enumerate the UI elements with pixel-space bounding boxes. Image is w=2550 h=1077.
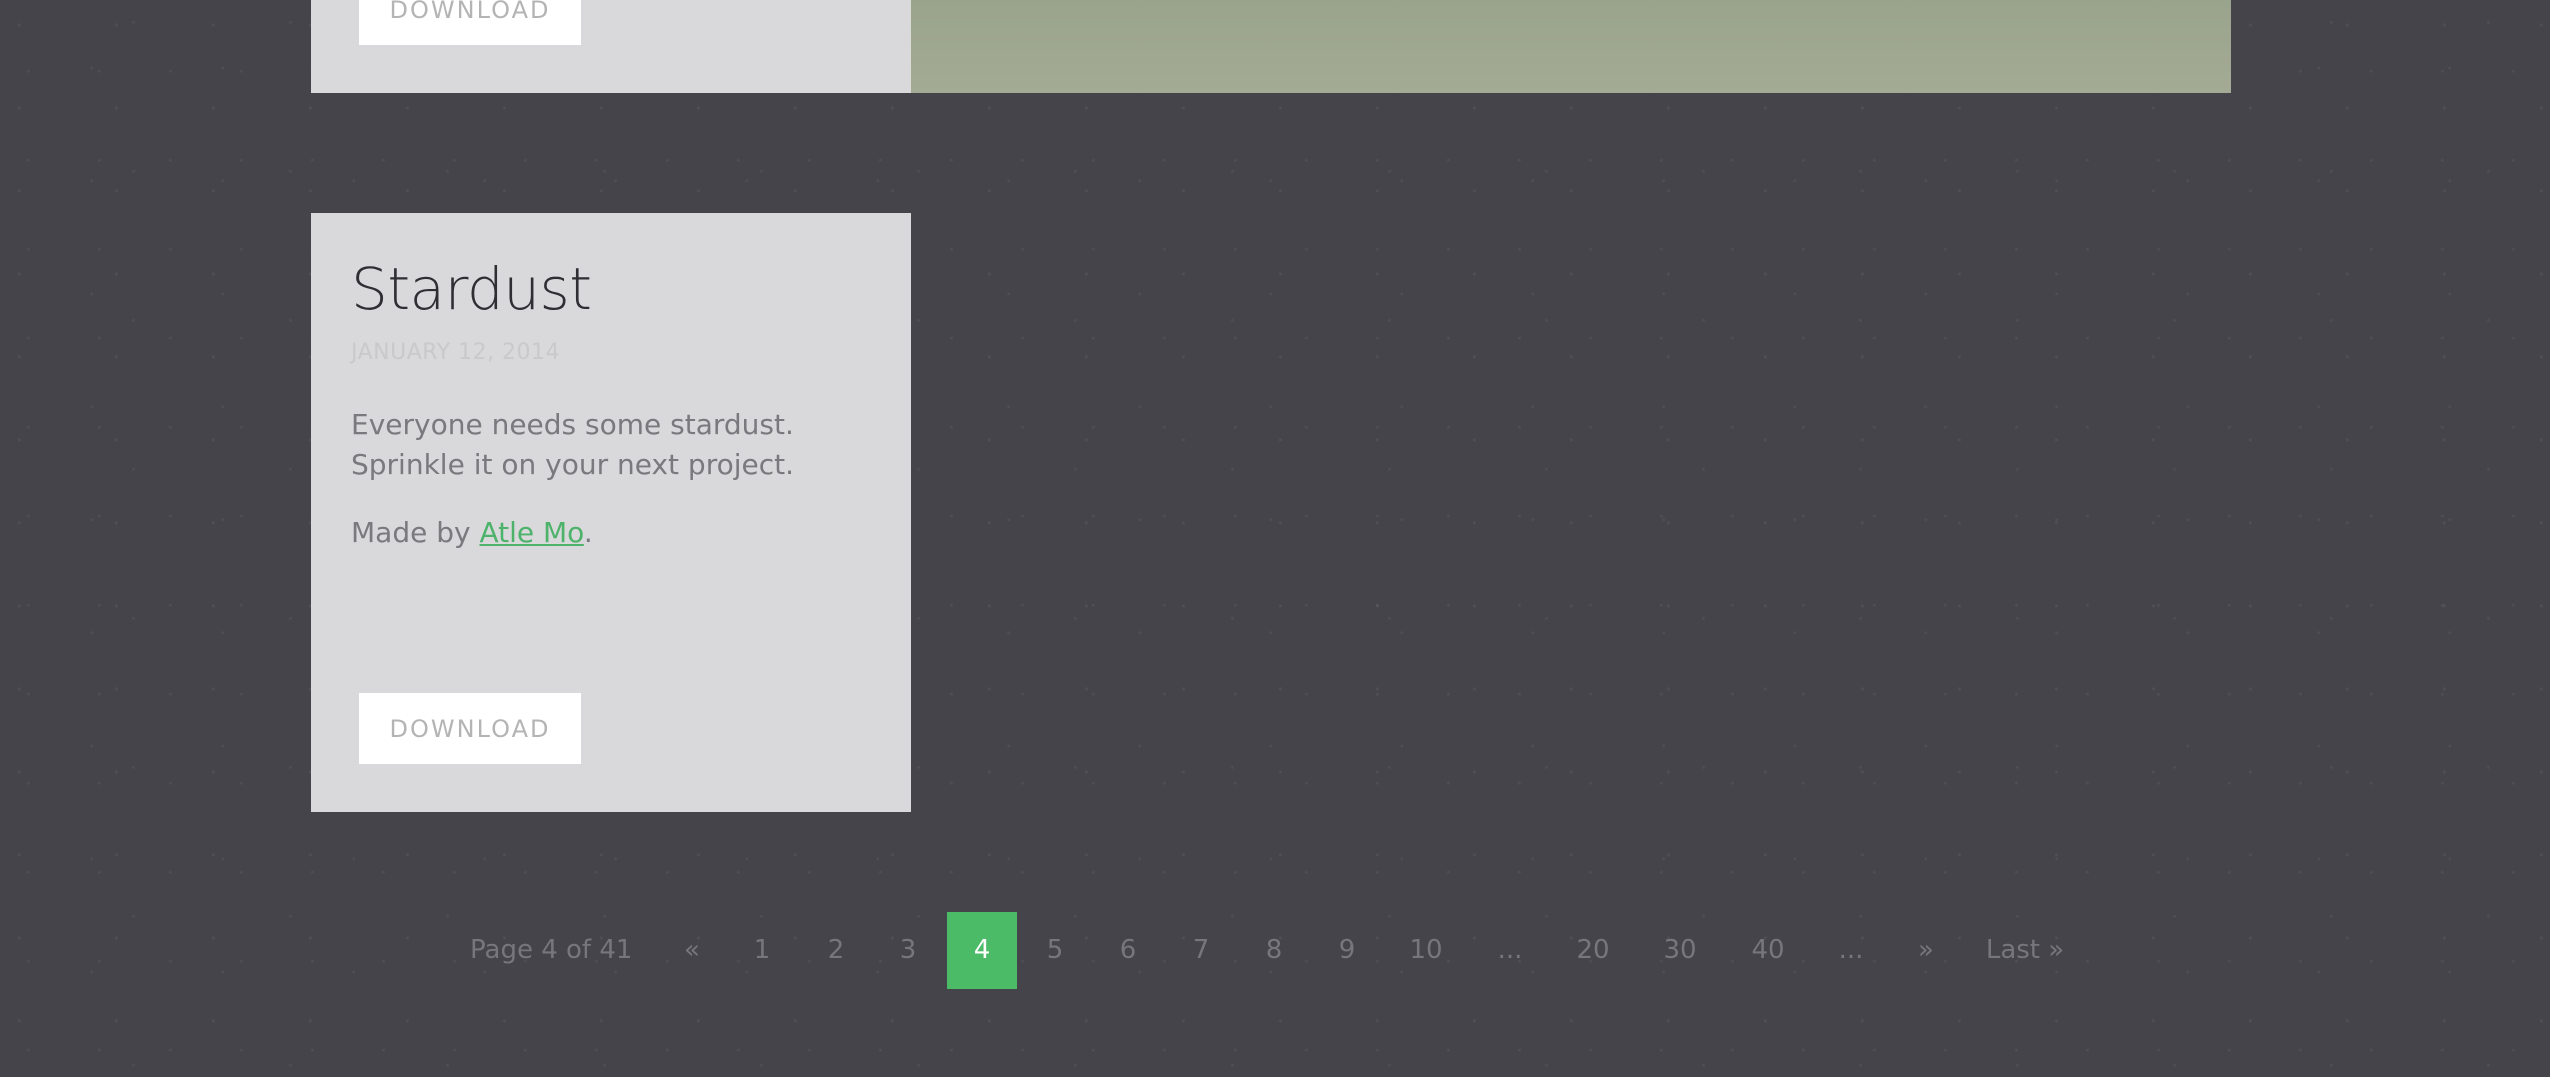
card-date: JANUARY 12, 2014 [351, 340, 561, 365]
previous-card-preview-image[interactable] [911, 0, 2231, 93]
page-link-7[interactable]: 7 [1181, 912, 1221, 989]
page-link-5[interactable]: 5 [1035, 912, 1075, 989]
page-link-9[interactable]: 9 [1327, 912, 1367, 989]
page-link-current[interactable]: 4 [947, 912, 1017, 989]
page-link-3[interactable]: 3 [888, 912, 928, 989]
author-link[interactable]: Atle Mo [479, 516, 583, 549]
previous-card: DOWNLOAD [311, 0, 911, 93]
prev-page-link[interactable]: « [672, 912, 712, 989]
download-button[interactable]: DOWNLOAD [359, 0, 581, 45]
page-link-10[interactable]: 10 [1401, 912, 1451, 989]
pagination-ellipsis: ... [1838, 935, 1864, 965]
stardust-card: Stardust JANUARY 12, 2014 Everyone needs… [311, 213, 911, 812]
credit-prefix: Made by [351, 516, 480, 549]
card-description: Everyone needs some stardust. Sprinkle i… [351, 408, 795, 481]
page-link-8[interactable]: 8 [1254, 912, 1294, 989]
card-credit: Made by Atle Mo. [351, 513, 593, 553]
card-title[interactable]: Stardust [351, 255, 592, 323]
page-link-20[interactable]: 20 [1568, 912, 1618, 989]
credit-suffix: . [583, 516, 593, 549]
page-link-2[interactable]: 2 [816, 912, 856, 989]
page-link-1[interactable]: 1 [742, 912, 782, 989]
next-page-link[interactable]: » [1906, 912, 1946, 989]
page-link-6[interactable]: 6 [1108, 912, 1148, 989]
page-link-40[interactable]: 40 [1743, 912, 1793, 989]
pagination-ellipsis: ... [1497, 935, 1523, 965]
pagination: Page 4 of 41 « 1 2 3 4 5 6 7 8 9 10 ... … [0, 912, 2550, 989]
page-status: Page 4 of 41 [470, 935, 633, 965]
last-page-link[interactable]: Last » [1980, 912, 2070, 989]
download-button[interactable]: DOWNLOAD [359, 693, 581, 764]
page-link-30[interactable]: 30 [1655, 912, 1705, 989]
